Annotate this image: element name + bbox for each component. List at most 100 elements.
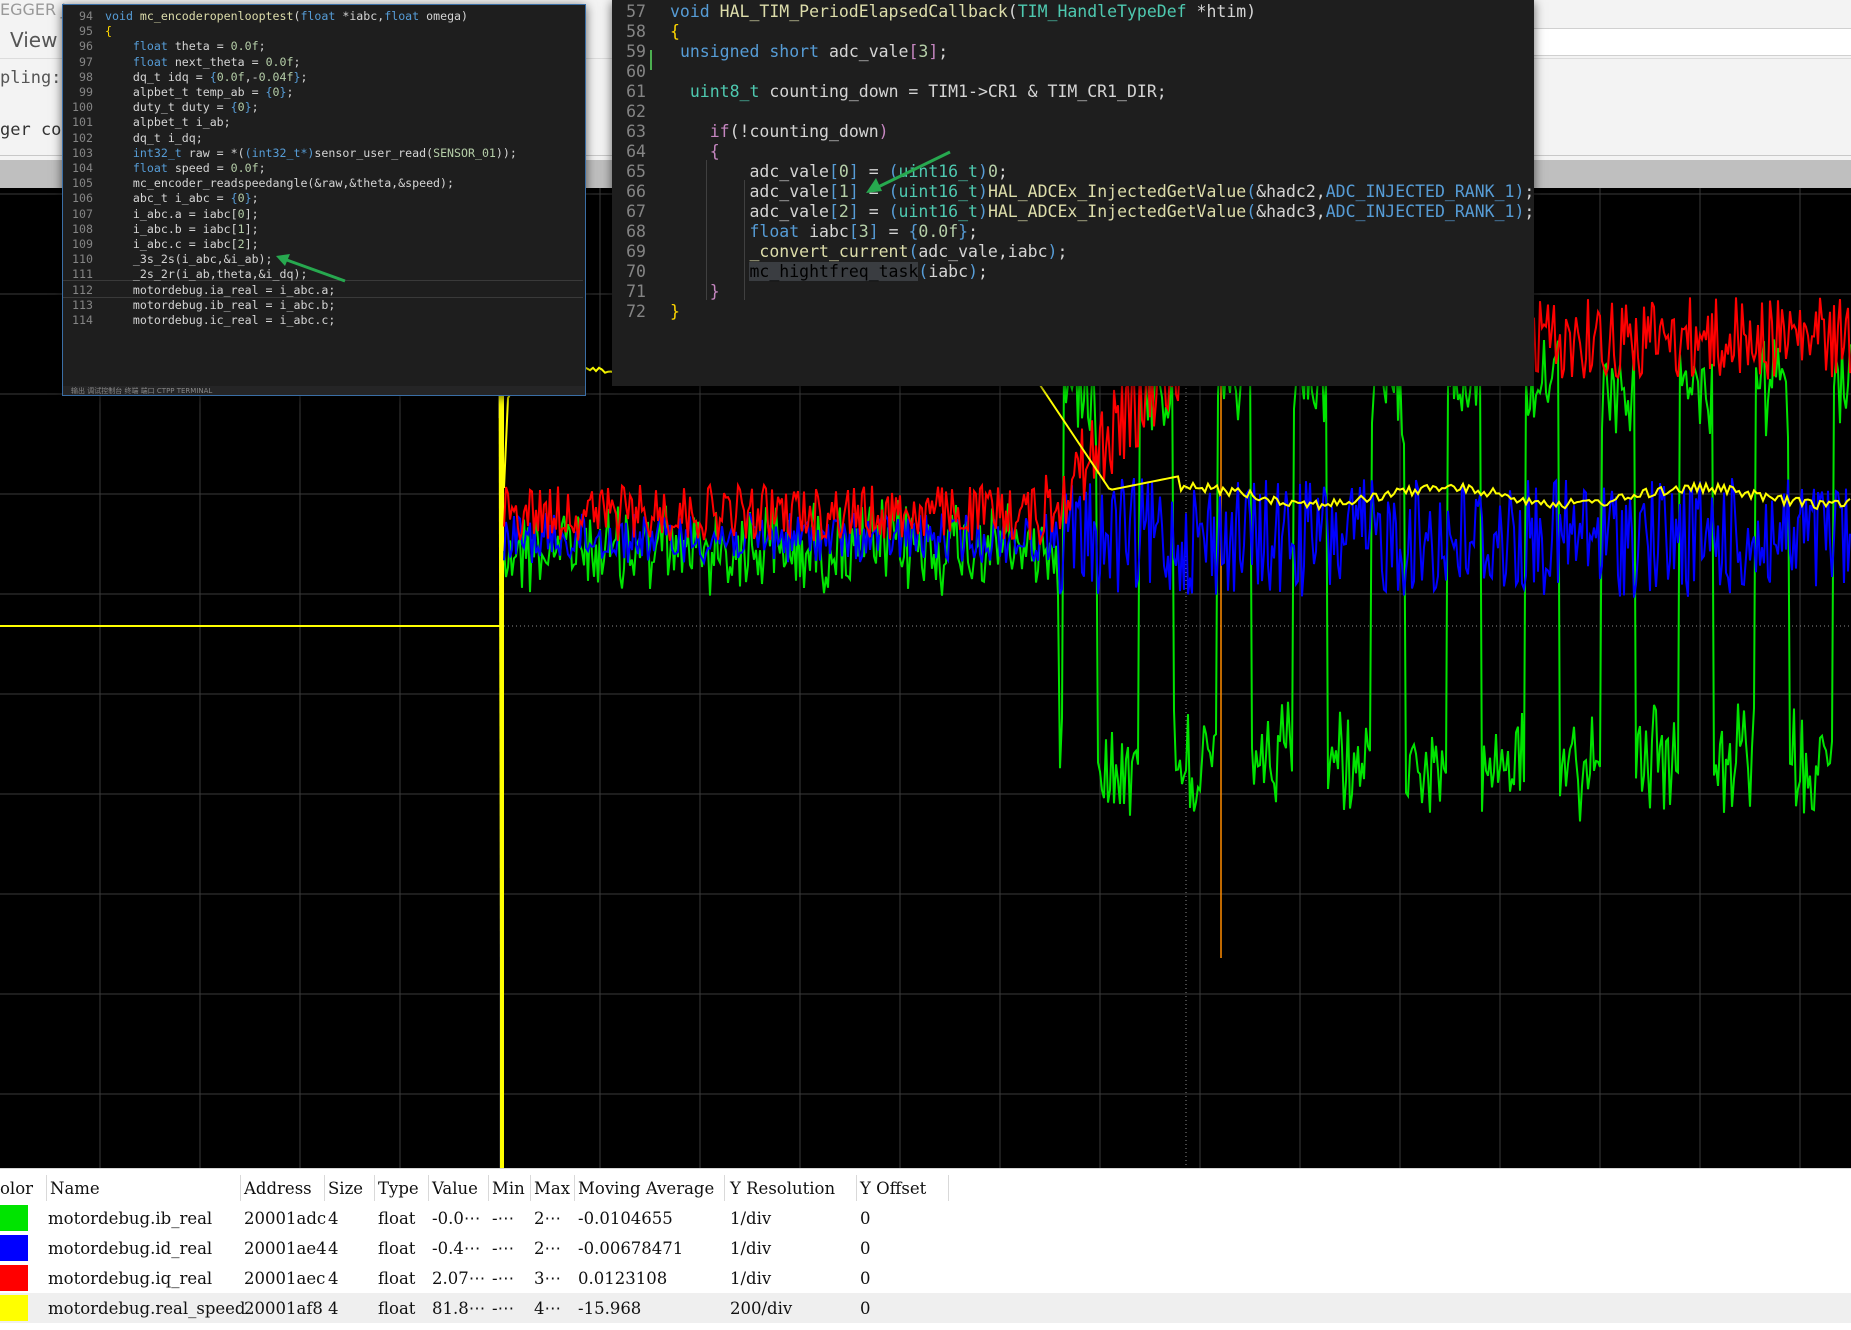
cell-address: 20001adc [244, 1209, 327, 1228]
code-line[interactable]: 72} [612, 300, 680, 324]
trace-color-swatch[interactable] [0, 1295, 28, 1321]
cell-name: motordebug.real_speed [48, 1299, 246, 1318]
cell-address: 20001ae4 [244, 1239, 327, 1258]
code-token: 0.0f [918, 222, 959, 241]
cell-name: motordebug.iq_real [48, 1269, 213, 1288]
view-menu[interactable]: View [10, 28, 57, 52]
code-token: ; [1057, 242, 1068, 261]
column-header[interactable]: Y Offset [860, 1179, 926, 1198]
code-token: } [244, 191, 252, 206]
code-token: (int32_t*) [244, 145, 315, 160]
column-divider[interactable] [530, 1175, 531, 1201]
trace-color-swatch[interactable] [0, 1265, 28, 1291]
column-divider[interactable] [948, 1175, 949, 1201]
cell-value: -0.0⋯ [432, 1209, 481, 1228]
code-token: HAL_ADCEx_InjectedGetValue [987, 202, 1247, 221]
cell-value: -0.4⋯ [432, 1239, 481, 1258]
code-token: } [279, 85, 287, 99]
column-header[interactable]: Name [50, 1179, 100, 1198]
code-token: theta = [174, 39, 231, 54]
code-token: ]; [244, 237, 259, 251]
cell-name: motordebug.ib_real [48, 1209, 213, 1228]
variable-table[interactable]: olor Name Address Size Type Value Min Max Moving… [0, 1168, 1851, 1330]
trace-color-swatch[interactable] [0, 1235, 28, 1261]
code-token: ; [258, 161, 266, 175]
code-token: [ [908, 42, 919, 61]
code-line[interactable]: 57 void HAL_TIM_PeriodElapsedCallback(TIM… [612, 0, 1256, 24]
code-token: ]; [244, 221, 259, 236]
cell-size: 4 [328, 1239, 339, 1258]
column-divider[interactable] [724, 1175, 725, 1201]
code-token: 0.04f [258, 69, 294, 84]
table-row[interactable]: motordebug.real_speed 20001af8 4 float 81.8⋯… [0, 1293, 1851, 1323]
code-token: HAL_ADCEx_InjectedGetValue [987, 182, 1247, 201]
cell-avg: -0.0104655 [578, 1209, 673, 1228]
table-row[interactable]: motordebug.id_real 20001ae4 4 float -0.4⋯ -⋯ 2… [0, 1233, 960, 1263]
column-header[interactable]: Address [244, 1179, 312, 1198]
code-token: 0 [237, 206, 245, 221]
column-divider[interactable] [856, 1175, 857, 1201]
column-divider[interactable] [324, 1175, 325, 1201]
column-divider[interactable] [488, 1175, 489, 1201]
column-divider[interactable] [574, 1175, 575, 1201]
column-header[interactable]: Moving Average [578, 1179, 714, 1198]
code-token: i_abc.a = iabc[ [105, 206, 238, 221]
code-token: int32_t [132, 145, 189, 160]
code-token: mc_encoderopenlooptest [139, 9, 294, 23]
trace-color-swatch[interactable] [0, 1205, 28, 1231]
code-token: &hadc2, [1256, 182, 1326, 201]
code-token: = [858, 182, 889, 201]
code-token: [ [848, 222, 859, 241]
code-line[interactable]: 114 motordebug.ic_real = i_abc.c; [63, 311, 335, 329]
code-token: adc_vale [828, 42, 909, 61]
code-editor-openloop[interactable]: 94 void mc_encoderopenlooptest(float *iab… [62, 4, 586, 396]
cell-avg: -15.968 [578, 1299, 642, 1318]
code-token: ] [848, 162, 859, 181]
code-editor-callback[interactable]: 57 void HAL_TIM_PeriodElapsedCallback(TIM… [612, 0, 1534, 386]
column-divider[interactable] [374, 1175, 375, 1201]
column-header[interactable]: Y Resolution [730, 1179, 835, 1198]
table-row[interactable]: motordebug.iq_real 20001aec 4 float 2.07⋯ -⋯ 3… [0, 1263, 960, 1293]
code-token: ]; [244, 206, 259, 221]
cell-offset: 0 [860, 1299, 871, 1318]
code-token: { [230, 100, 238, 115]
column-header[interactable]: Size [328, 1179, 363, 1198]
panel-tab-bar[interactable]: 输出 调试控制台 终端 端口 CTPP TERMINAL [63, 386, 585, 395]
code-token: alpbet_t temp_ab = [105, 85, 266, 99]
code-line[interactable]: 94 void mc_encoderopenlooptest(float *iab… [63, 7, 468, 25]
code-token: ( [918, 262, 929, 281]
code-token: ADC_INJECTED_RANK_1 [1325, 182, 1515, 201]
column-header[interactable]: Type [378, 1179, 419, 1198]
column-divider[interactable] [46, 1175, 47, 1201]
table-row[interactable]: motordebug.ib_real 20001adc 4 float -0.0⋯ -⋯ 2… [0, 1203, 960, 1233]
cell-res: 1/div [730, 1239, 772, 1258]
code-token: uint16_t [898, 202, 978, 221]
column-header[interactable]: Value [432, 1179, 478, 1198]
code-token: = [878, 222, 909, 241]
line-number: 114 [72, 313, 93, 327]
code-token: ; [1524, 182, 1534, 201]
column-header[interactable]: olor [0, 1179, 33, 1198]
toolbar-field[interactable] [1530, 28, 1851, 56]
code-token: ( [1246, 202, 1257, 221]
code-token: 0 [237, 100, 245, 115]
code-line[interactable]: 61 uint8_t counting_down = TIM1->CR1 & T… [612, 80, 1167, 104]
code-token: float [749, 222, 810, 241]
column-divider[interactable] [240, 1175, 241, 1201]
column-header[interactable]: Min [492, 1179, 525, 1198]
line-number: 72 [626, 302, 646, 321]
column-divider[interactable] [428, 1175, 429, 1201]
cell-res: 1/div [730, 1209, 772, 1228]
cell-avg: -0.00678471 [578, 1239, 684, 1258]
code-token: 3 [858, 222, 869, 241]
code-token: adc_vale [670, 162, 829, 181]
code-token: raw = *( [188, 145, 245, 160]
column-header[interactable]: Max [534, 1179, 570, 1198]
code-token: ) [978, 182, 988, 201]
cell-value: 2.07⋯ [432, 1269, 486, 1288]
